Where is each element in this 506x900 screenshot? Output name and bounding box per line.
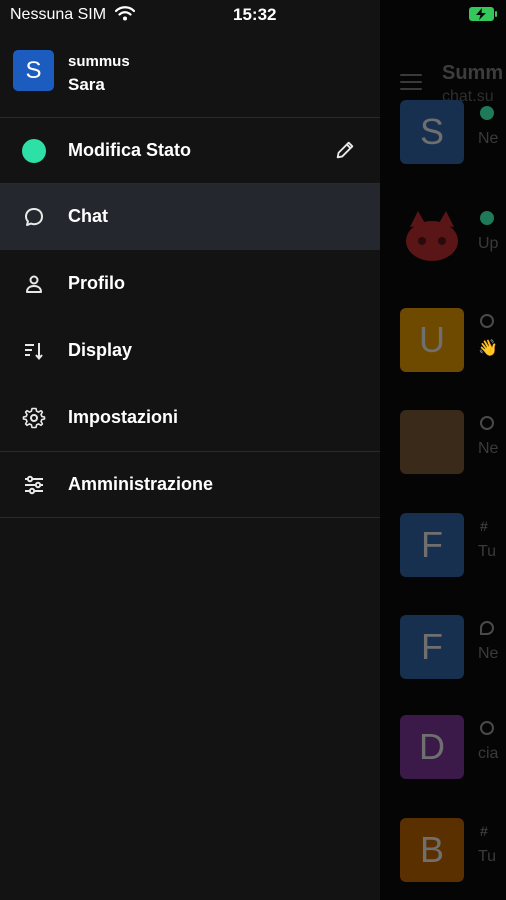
- channel-hash-icon: #: [480, 823, 488, 839]
- background-chat-row: U 👋: [380, 308, 506, 408]
- offline-status-icon: [480, 314, 494, 328]
- wifi-icon: [115, 6, 135, 21]
- chat-avatar-image: [400, 205, 464, 269]
- background-chat-row: F Ne: [380, 615, 506, 715]
- sidebar-item-label: Profilo: [68, 273, 125, 293]
- channel-hash-icon: #: [480, 518, 488, 534]
- background-title: Summ: [442, 62, 504, 84]
- sidebar-item-chat[interactable]: Chat: [0, 184, 380, 250]
- chat-avatar-image: [400, 410, 464, 474]
- chat-avatar: S: [400, 100, 464, 164]
- background-chat-row: D cia: [380, 715, 506, 815]
- chat-preview: Tu: [478, 848, 497, 865]
- clock: 15:32: [233, 5, 277, 24]
- sidebar-item-administration[interactable]: Amministrazione: [0, 452, 380, 518]
- edit-status-label: Modifica Stato: [68, 140, 192, 160]
- hamburger-menu-icon: [400, 74, 422, 90]
- chat-avatar: U: [400, 308, 464, 372]
- chat-bubble-icon: [25, 208, 43, 226]
- sidebar-item-label: Impostazioni: [68, 407, 179, 427]
- sidebar-item-display[interactable]: Display: [0, 318, 380, 384]
- online-status-icon: [480, 106, 494, 120]
- chat-preview: Tu: [478, 543, 497, 560]
- chat-preview: Ne: [478, 645, 499, 662]
- status-bar: Nessuna SIM 15:32: [0, 0, 506, 30]
- user-icon: [26, 275, 42, 293]
- divider: [0, 517, 380, 518]
- sliders-icon: [25, 475, 43, 495]
- pencil-icon: [336, 141, 354, 159]
- discussion-icon: [480, 621, 494, 635]
- background-chat-list[interactable]: Summ chat.su S Ne Up U 👋 Ne F # Tu F Ne …: [380, 0, 506, 900]
- drawer-profile-header[interactable]: S summus Sara: [0, 36, 380, 116]
- online-status-icon: [480, 211, 494, 225]
- sidebar-item-label: Chat: [68, 206, 108, 226]
- background-chat-row: B # Tu: [380, 818, 506, 900]
- background-chat-row: Up: [380, 205, 506, 305]
- server-name: summus: [68, 53, 130, 70]
- sidebar-item-label: Amministrazione: [68, 474, 214, 494]
- edit-status-item[interactable]: Modifica Stato: [0, 118, 380, 184]
- chat-avatar: F: [400, 513, 464, 577]
- chat-avatar: F: [400, 615, 464, 679]
- username: Sara: [68, 75, 105, 94]
- sidebar-item-settings[interactable]: Impostazioni: [0, 385, 380, 451]
- chat-preview: Ne: [478, 440, 499, 457]
- carrier-label: Nessuna SIM: [10, 6, 107, 23]
- chat-avatar: B: [400, 818, 464, 882]
- offline-status-icon: [480, 721, 494, 735]
- chat-avatar: D: [400, 715, 464, 779]
- online-status-icon: [22, 139, 46, 163]
- chat-preview: Ne: [478, 130, 499, 147]
- user-avatar: S: [13, 50, 54, 91]
- background-chat-row: Ne: [380, 410, 506, 510]
- background-header: Summ chat.su: [380, 28, 506, 105]
- chat-preview: cia: [478, 745, 499, 762]
- background-chat-row: F # Tu: [380, 513, 506, 613]
- sort-icon: [25, 343, 43, 361]
- sidebar-item-label: Display: [68, 340, 133, 360]
- offline-status-icon: [480, 416, 494, 430]
- cat-avatar-icon: [406, 211, 458, 261]
- background-chat-row: S Ne: [380, 100, 506, 200]
- chat-preview: Up: [478, 235, 499, 252]
- sidebar-item-profile[interactable]: Profilo: [0, 251, 380, 317]
- gear-icon: [22, 407, 46, 429]
- navigation-drawer: S summus Sara Modifica Stato Chat Profil…: [0, 0, 380, 900]
- chat-preview: 👋: [478, 340, 498, 357]
- battery-charging-icon: [469, 7, 497, 21]
